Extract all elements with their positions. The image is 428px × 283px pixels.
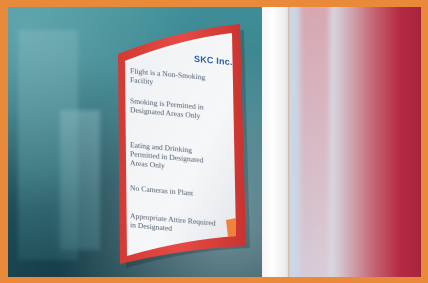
photo-frame: SKC Inc. Flight is a Non-Smoking Facilit… (0, 0, 428, 283)
orange-border-bottom (0, 277, 428, 283)
orange-border-top (0, 0, 428, 7)
orange-border-right (421, 0, 428, 283)
company-logo: SKC Inc. (194, 53, 233, 68)
rule-text: Eating and Drinking Permitted in Designa… (130, 140, 204, 171)
rule-text: No Cameras in Plant (130, 183, 194, 198)
rule-text: Appropriate Attire Required in Designate… (130, 211, 216, 234)
rule-text: Flight is a Non-Smoking Facility (130, 66, 206, 87)
sign-content: SKC Inc. Flight is a Non-Smoking Facilit… (128, 36, 233, 255)
orange-border-left (0, 0, 8, 283)
rule-text: Smoking is Permitted in Designated Areas… (130, 96, 204, 121)
